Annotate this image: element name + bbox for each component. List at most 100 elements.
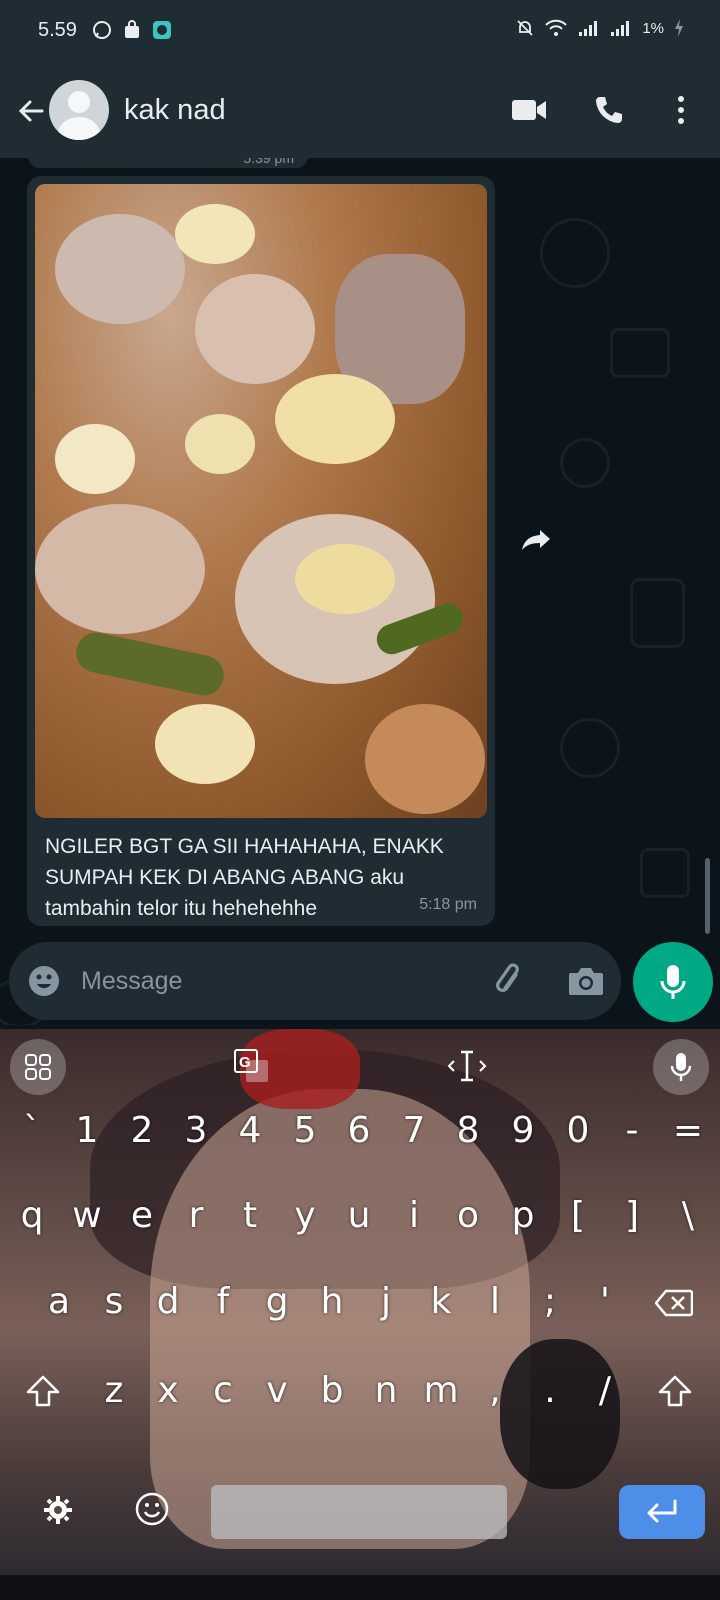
wallpaper-doodle [630, 578, 685, 648]
key[interactable]: 3 [170, 1101, 222, 1161]
video-call-icon[interactable] [511, 98, 547, 122]
key[interactable]: y [279, 1186, 331, 1246]
enter-icon [647, 1499, 677, 1523]
key[interactable]: t [224, 1186, 276, 1246]
key[interactable]: x [142, 1361, 194, 1421]
key[interactable]: j [360, 1272, 412, 1332]
chat-area[interactable]: 5:39 pm NGILER BGT GA SII HAHAHAHA, ENAK… [0, 158, 720, 1025]
key[interactable]: z [88, 1361, 140, 1421]
signal-icon [611, 21, 630, 36]
key[interactable]: 0 [552, 1101, 604, 1161]
translate-icon[interactable]: G [234, 1049, 270, 1083]
wallpaper-doodle [540, 218, 610, 288]
attach-icon[interactable] [491, 962, 529, 1000]
key[interactable]: ` [6, 1101, 58, 1161]
previous-message-time: 5:39 pm [243, 158, 294, 166]
message-bubble[interactable]: NGILER BGT GA SII HAHAHAHA, ENAKK SUMPAH… [27, 176, 495, 926]
message-input[interactable] [81, 963, 461, 999]
wallpaper-doodle [560, 718, 620, 778]
photo-broth [365, 704, 485, 814]
emoji-icon[interactable] [27, 964, 61, 998]
apps-grid-button[interactable] [10, 1039, 66, 1095]
key[interactable]: / [579, 1361, 631, 1421]
key[interactable]: e [116, 1186, 168, 1246]
key[interactable]: ] [606, 1186, 658, 1246]
enter-key[interactable] [619, 1485, 705, 1539]
status-bar: 5.59 1% [0, 0, 720, 64]
key[interactable]: [ [552, 1186, 604, 1246]
phone-call-icon[interactable] [593, 94, 625, 126]
system-nav-bar [0, 1575, 720, 1600]
key[interactable]: c [197, 1361, 249, 1421]
key[interactable]: l [469, 1272, 521, 1332]
key[interactable]: - [606, 1101, 658, 1161]
key[interactable]: p [497, 1186, 549, 1246]
key[interactable]: 8 [442, 1101, 494, 1161]
key[interactable]: v [251, 1361, 303, 1421]
key[interactable]: d [142, 1272, 194, 1332]
key[interactable]: , [469, 1361, 521, 1421]
key[interactable]: u [333, 1186, 385, 1246]
more-vert-icon[interactable] [675, 94, 687, 126]
key[interactable]: h [306, 1272, 358, 1332]
key[interactable]: 6 [333, 1101, 385, 1161]
key[interactable]: r [170, 1186, 222, 1246]
back-arrow-icon[interactable] [14, 94, 48, 128]
shift-icon[interactable] [26, 1375, 60, 1407]
key[interactable]: . [524, 1361, 576, 1421]
text-cursor-icon[interactable] [446, 1049, 488, 1083]
key[interactable]: ; [524, 1272, 576, 1332]
space-bar[interactable] [211, 1485, 507, 1539]
photo-noodle [195, 274, 315, 384]
keyboard-toolbar: G [0, 1029, 720, 1101]
key[interactable]: o [442, 1186, 494, 1246]
avatar[interactable] [49, 80, 109, 140]
wallpaper-doodle [560, 438, 610, 488]
photo-egg [55, 424, 135, 494]
key[interactable]: 4 [224, 1101, 276, 1161]
message-composer[interactable] [9, 942, 621, 1020]
key[interactable]: w [61, 1186, 113, 1246]
mute-bell-icon [517, 20, 533, 36]
key[interactable]: q [6, 1186, 58, 1246]
key[interactable]: 7 [388, 1101, 440, 1161]
key[interactable]: n [360, 1361, 412, 1421]
status-right: 1% [516, 18, 684, 38]
key[interactable]: f [197, 1272, 249, 1332]
battery-percent: 1% [642, 19, 664, 37]
wallpaper-doodle [640, 848, 690, 898]
voice-message-button[interactable] [633, 942, 713, 1022]
key[interactable]: 1 [61, 1101, 113, 1161]
battery-icon [675, 19, 683, 37]
photo-egg [155, 704, 255, 784]
backspace-icon[interactable] [655, 1289, 693, 1317]
photo-chili [72, 628, 228, 700]
previous-message-bubble[interactable]: 5:39 pm [28, 158, 308, 168]
key[interactable]: ' [579, 1272, 631, 1332]
key[interactable]: 2 [116, 1101, 168, 1161]
key[interactable]: 5 [279, 1101, 331, 1161]
voice-input-icon [670, 1053, 692, 1081]
key[interactable]: g [251, 1272, 303, 1332]
key[interactable]: b [306, 1361, 358, 1421]
key[interactable]: k [415, 1272, 467, 1332]
voice-input-button[interactable] [653, 1039, 709, 1095]
key[interactable]: m [415, 1361, 467, 1421]
settings-gear-icon[interactable] [43, 1495, 73, 1525]
photo-egg [175, 204, 255, 264]
shift-icon[interactable] [658, 1375, 692, 1407]
food-photo[interactable] [35, 184, 487, 818]
key[interactable]: s [88, 1272, 140, 1332]
key[interactable]: i [388, 1186, 440, 1246]
keyboard: G ` 1 2 3 4 5 6 7 8 9 0 - = q w e r t y … [0, 1029, 720, 1575]
key[interactable]: \ [662, 1186, 714, 1246]
message-time: 5:18 pm [419, 896, 477, 913]
key[interactable]: 9 [497, 1101, 549, 1161]
camera-icon[interactable] [567, 964, 605, 998]
chat-scrollbar[interactable] [705, 858, 710, 934]
key[interactable]: = [662, 1101, 714, 1161]
forward-icon[interactable] [515, 518, 557, 560]
key[interactable]: a [33, 1272, 85, 1332]
contact-name[interactable]: kak nad [124, 94, 226, 127]
emoji-face-icon[interactable] [134, 1491, 170, 1527]
